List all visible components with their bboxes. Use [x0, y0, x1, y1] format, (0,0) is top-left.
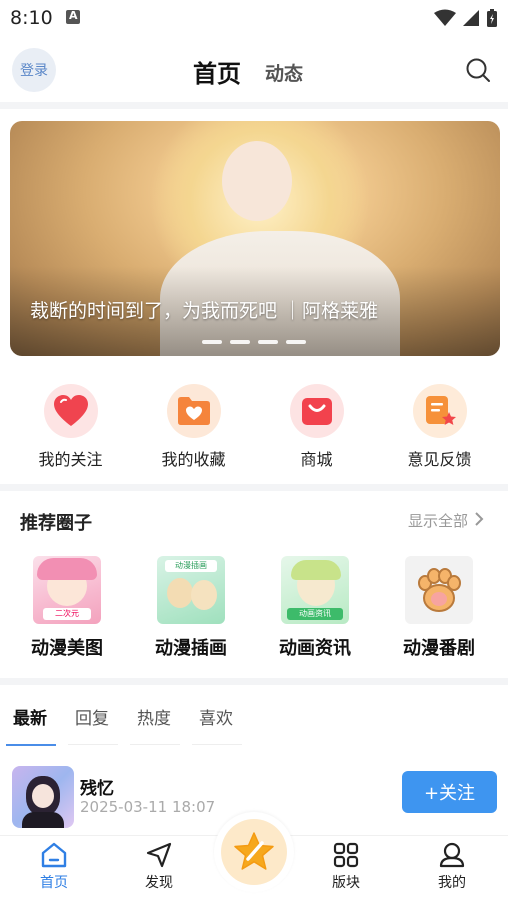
post-time: 2025-03-11 18:07 — [80, 798, 216, 816]
tab-hot[interactable]: 热度 — [137, 704, 171, 729]
tab-like[interactable]: 喜欢 — [199, 704, 233, 729]
circle-label: 动画资讯 — [279, 638, 351, 659]
circle-label: 动漫美图 — [31, 638, 103, 659]
notification-a-icon — [66, 9, 80, 24]
divider — [0, 102, 508, 109]
banner-carousel[interactable]: 裁断的时间到了，为我而死吧 ｜阿格莱雅 — [10, 121, 500, 356]
chevron-right-icon[interactable] — [473, 511, 485, 527]
star-pen-icon — [234, 832, 274, 870]
tab-home[interactable]: 首页 — [193, 54, 241, 89]
circle-thumb-text: 二次元 — [43, 608, 91, 620]
circle-label: 动漫番剧 — [403, 638, 475, 659]
feedback-icon — [425, 396, 456, 425]
user-icon — [439, 842, 465, 868]
shopping-bag-icon — [301, 398, 332, 425]
center-action-button[interactable] — [214, 812, 294, 892]
carousel-dot[interactable] — [202, 340, 222, 344]
banner-caption: 裁断的时间到了，为我而死吧 ｜阿格莱雅 — [30, 300, 379, 322]
circle-thumb-text: 动画资讯 — [287, 608, 343, 620]
divider — [0, 484, 508, 491]
paw-icon — [418, 568, 461, 612]
quick-label: 我的收藏 — [161, 450, 226, 469]
circle-thumbnail: 动漫插画 — [157, 556, 225, 624]
nav-discover[interactable]: 发现 — [129, 842, 189, 892]
carousel-dot[interactable] — [286, 340, 306, 344]
quick-item-follows[interactable]: 我的关注 — [9, 384, 132, 474]
avatar[interactable] — [12, 766, 74, 828]
tab-latest[interactable]: 最新 — [13, 704, 47, 729]
circle-item[interactable]: 二次元 动漫美图 — [5, 556, 129, 660]
circle-thumbnail: 二次元 — [33, 556, 101, 624]
status-time: 8:10 — [10, 7, 53, 29]
circle-thumbnail: 动画资讯 — [281, 556, 349, 624]
login-button[interactable]: 登录 — [12, 48, 56, 92]
circle-thumb-text: 动漫插画 — [165, 560, 217, 572]
circle-item[interactable]: 动漫插画 动漫插画 — [129, 556, 253, 660]
carousel-dots — [202, 340, 306, 344]
heart-icon — [53, 395, 88, 426]
wifi-icon — [434, 9, 456, 26]
post-author[interactable]: 残忆 — [80, 774, 114, 799]
tab-dynamic[interactable]: 动态 — [265, 59, 303, 86]
section-title: 推荐圈子 — [20, 513, 92, 534]
circle-item[interactable]: 动漫番剧 — [377, 556, 501, 660]
top-header: 登录 首页 动态 — [0, 36, 508, 102]
circle-label: 动漫插画 — [155, 638, 227, 659]
nav-mine[interactable]: 我的 — [422, 842, 482, 892]
carousel-dot[interactable] — [230, 340, 250, 344]
quick-links: 我的关注 我的收藏 商城 意见反馈 — [0, 384, 508, 474]
quick-label: 我的关注 — [38, 450, 103, 469]
follow-button[interactable]: +关注 — [402, 771, 497, 813]
home-icon — [41, 842, 67, 868]
nav-boards[interactable]: 版块 — [316, 842, 376, 892]
feed-tabs: 最新 回复 热度 喜欢 — [0, 700, 508, 750]
carousel-dot[interactable] — [258, 340, 278, 344]
search-icon[interactable] — [464, 56, 492, 84]
grid-icon — [333, 842, 359, 868]
nav-label: 发现 — [145, 875, 173, 891]
quick-item-shop[interactable]: 商城 — [255, 384, 378, 474]
quick-item-feedback[interactable]: 意见反馈 — [378, 384, 501, 474]
circle-thumbnail — [405, 556, 473, 624]
nav-label: 首页 — [40, 875, 68, 891]
nav-home[interactable]: 首页 — [24, 842, 84, 892]
circle-list: 二次元 动漫美图 动漫插画 动漫插画 动画资讯 动画资讯 动漫番剧 — [0, 556, 508, 660]
nav-label: 版块 — [332, 875, 360, 891]
folder-heart-icon — [177, 397, 210, 425]
tab-reply[interactable]: 回复 — [75, 704, 109, 729]
divider — [0, 678, 508, 685]
show-all-link[interactable]: 显示全部 — [408, 510, 468, 531]
compass-icon — [146, 842, 172, 868]
nav-label: 我的 — [438, 875, 466, 891]
quick-item-favorites[interactable]: 我的收藏 — [132, 384, 255, 474]
quick-label: 商城 — [300, 450, 333, 469]
battery-icon — [487, 9, 497, 27]
quick-label: 意见反馈 — [407, 450, 472, 469]
status-bar: 8:10 — [0, 0, 508, 36]
signal-icon — [463, 10, 479, 26]
circle-item[interactable]: 动画资讯 动画资讯 — [253, 556, 377, 660]
active-tab-indicator — [6, 744, 56, 746]
